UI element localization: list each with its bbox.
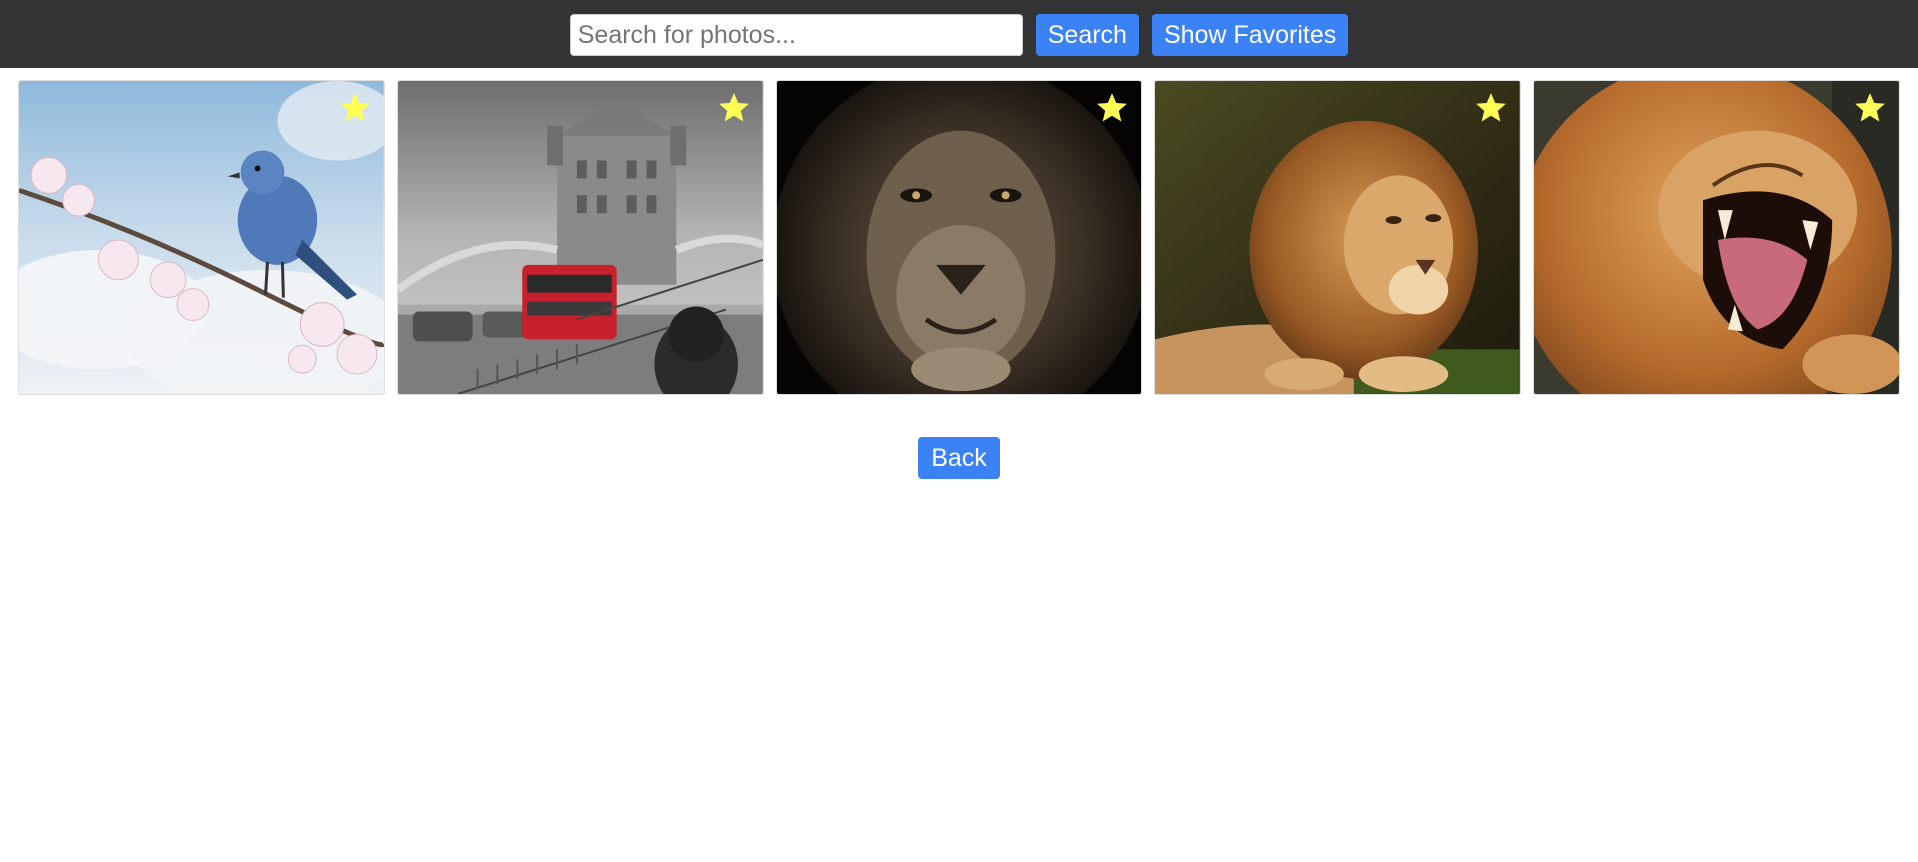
show-favorites-button[interactable]: Show Favorites <box>1151 14 1349 56</box>
back-row: Back <box>0 437 1918 479</box>
photo-lion-resting-image <box>1155 81 1521 394</box>
favorite-star-icon[interactable] <box>1095 91 1129 125</box>
photo-bridge-image <box>397 81 763 394</box>
favorite-star-icon[interactable] <box>1853 91 1887 125</box>
photo-card[interactable] <box>396 80 764 395</box>
photo-card[interactable] <box>1533 80 1900 395</box>
photo-bird-image <box>19 81 384 394</box>
top-toolbar: Search Show Favorites <box>0 0 1918 68</box>
photo-card[interactable] <box>1154 80 1522 395</box>
search-button[interactable]: Search <box>1035 14 1139 56</box>
photo-card[interactable] <box>775 80 1143 395</box>
photo-card[interactable] <box>18 80 385 395</box>
photo-lion-yawning-image <box>1534 81 1899 394</box>
favorite-star-icon[interactable] <box>1474 91 1508 125</box>
favorite-star-icon[interactable] <box>717 91 751 125</box>
search-input[interactable] <box>569 14 1023 56</box>
photo-lion-face-image <box>776 81 1142 394</box>
back-button[interactable]: Back <box>918 437 1000 479</box>
photo-gallery <box>0 68 1918 395</box>
favorite-star-icon[interactable] <box>338 91 372 125</box>
